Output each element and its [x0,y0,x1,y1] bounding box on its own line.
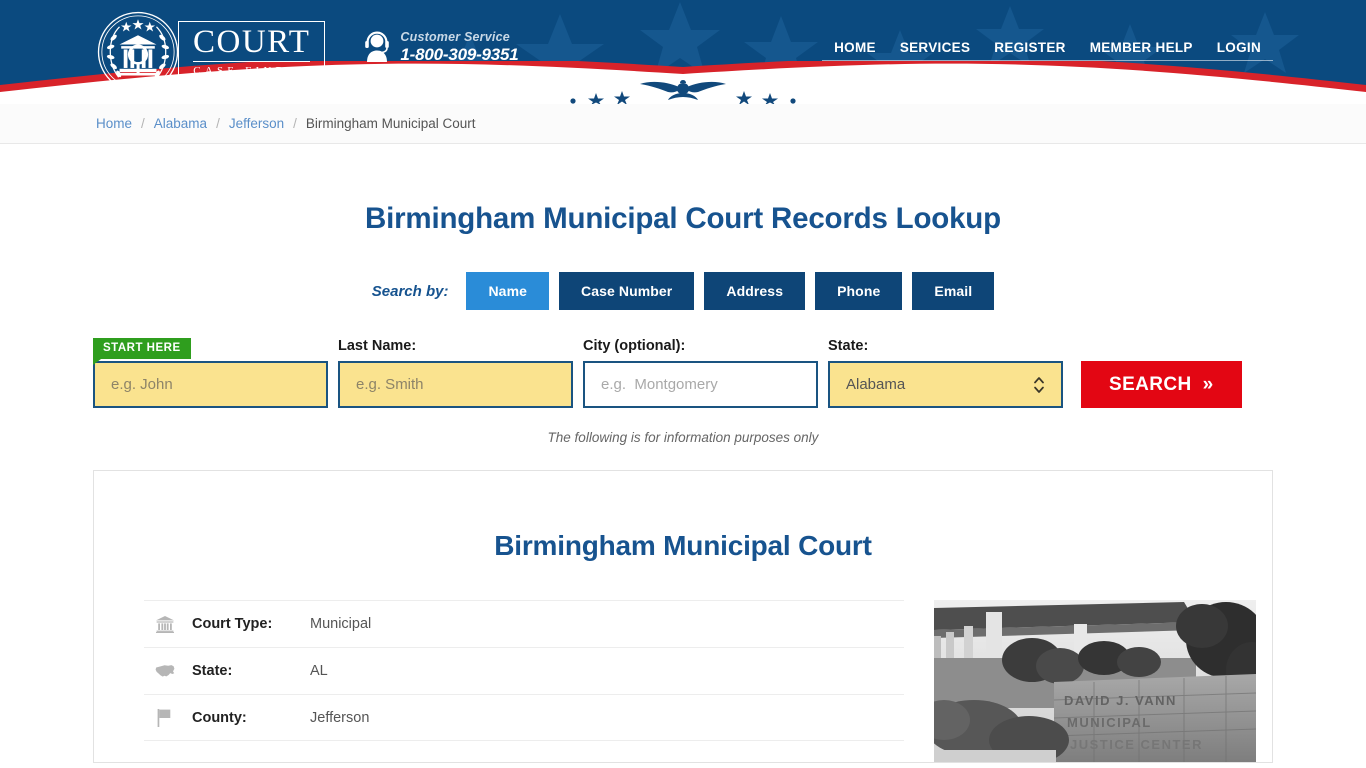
headset-agent-icon [365,31,390,63]
site-logo[interactable]: COURT CASE FINDER [96,10,326,94]
logo-wordmark: COURT CASE FINDER [178,20,326,84]
state-field-group: State: Alabama [828,338,1063,408]
start-here-badge: START HERE [93,338,191,365]
search-button[interactable]: SEARCH » [1081,361,1242,408]
bank-icon [154,614,176,634]
city-field-group: City (optional): [583,338,818,408]
us-map-icon [154,661,176,681]
tab-phone[interactable]: Phone [815,272,903,310]
site-header: COURT CASE FINDER Customer Service 1-800… [0,0,1366,104]
table-row: County: Jefferson [144,694,904,742]
breadcrumb-separator: / [293,116,297,131]
stepper-chevrons-icon [1034,376,1044,393]
svg-text:DAVID J. VANN: DAVID J. VANN [1064,693,1177,708]
first-name-input[interactable] [93,361,328,408]
main-navigation: HOME SERVICES REGISTER MEMBER HELP LOGIN [822,40,1273,61]
search-by-tabs: Search by: Name Case Number Address Phon… [93,272,1273,310]
court-name-heading: Birmingham Municipal Court [494,530,872,562]
tab-address[interactable]: Address [704,272,806,310]
disclaimer-text: The following is for information purpose… [547,430,819,445]
row-value: AL [310,663,328,680]
table-row: Court Type: Municipal [144,600,904,647]
row-label: State: [192,663,233,680]
row-label: County: [192,709,247,726]
breadcrumb-item-current: Birmingham Municipal Court [305,116,476,131]
search-by-label: Search by: [371,282,449,300]
row-label: Court Type: [192,616,273,633]
nav-item-member-help[interactable]: MEMBER HELP [1077,40,1205,61]
courthouse-photo: DAVID J. VANN MUNICIPAL JUSTICE CENTER [934,600,1256,763]
main-content: Birmingham Municipal Court Records Looku… [93,202,1273,764]
customer-service-block: Customer Service 1-800-309-9351 [363,30,519,64]
state-label: State: [828,338,869,354]
svg-text:MUNICIPAL: MUNICIPAL [1067,715,1152,730]
breadcrumb-item-alabama[interactable]: Alabama [154,116,207,131]
state-select[interactable]: Alabama [828,361,1063,408]
breadcrumb-item-jefferson[interactable]: Jefferson [229,116,284,131]
court-seal-icon [97,11,179,93]
last-name-field-group: Last Name: [338,338,573,408]
logo-subtitle: CASE FINDER [193,61,311,77]
svg-text:JUSTICE CENTER: JUSTICE CENTER [1070,737,1203,752]
state-select-value: Alabama [846,376,906,393]
search-button-label: SEARCH [1109,373,1192,395]
nav-item-home[interactable]: HOME [822,40,888,61]
city-label: City (optional): [583,338,686,354]
customer-service-phone[interactable]: 1-800-309-9351 [400,45,518,64]
nav-item-login[interactable]: LOGIN [1204,40,1273,61]
page-title: Birmingham Municipal Court Records Looku… [365,202,1001,235]
breadcrumb-separator: / [216,116,220,131]
customer-service-label: Customer Service [400,30,510,44]
tab-case-number[interactable]: Case Number [559,272,695,310]
last-name-label: Last Name: [338,338,417,354]
double-chevron-right-icon: » [1202,373,1214,395]
flag-icon [154,708,176,728]
row-value: Jefferson [310,709,370,726]
logo-word: COURT [193,23,311,60]
breadcrumb-item-home[interactable]: Home [96,116,132,131]
tab-name[interactable]: Name [466,272,549,310]
nav-item-services[interactable]: SERVICES [887,40,983,61]
breadcrumb: Home / Alabama / Jefferson / Birmingham … [93,116,1273,131]
city-input[interactable] [583,361,818,408]
last-name-input[interactable] [338,361,573,408]
nav-item-register[interactable]: REGISTER [982,40,1078,61]
table-row: State: AL [144,647,904,694]
tab-email[interactable]: Email [912,272,995,310]
breadcrumb-separator: / [141,116,145,131]
search-form: START HERE First Name: Last Name: City (… [93,338,1273,408]
court-details-table: Court Type: Municipal State: AL County: … [144,600,904,742]
court-info-card: Birmingham Municipal Court Court Type: M… [93,470,1273,764]
breadcrumb-bar: Home / Alabama / Jefferson / Birmingham … [0,104,1366,144]
row-value: Municipal [310,616,372,633]
